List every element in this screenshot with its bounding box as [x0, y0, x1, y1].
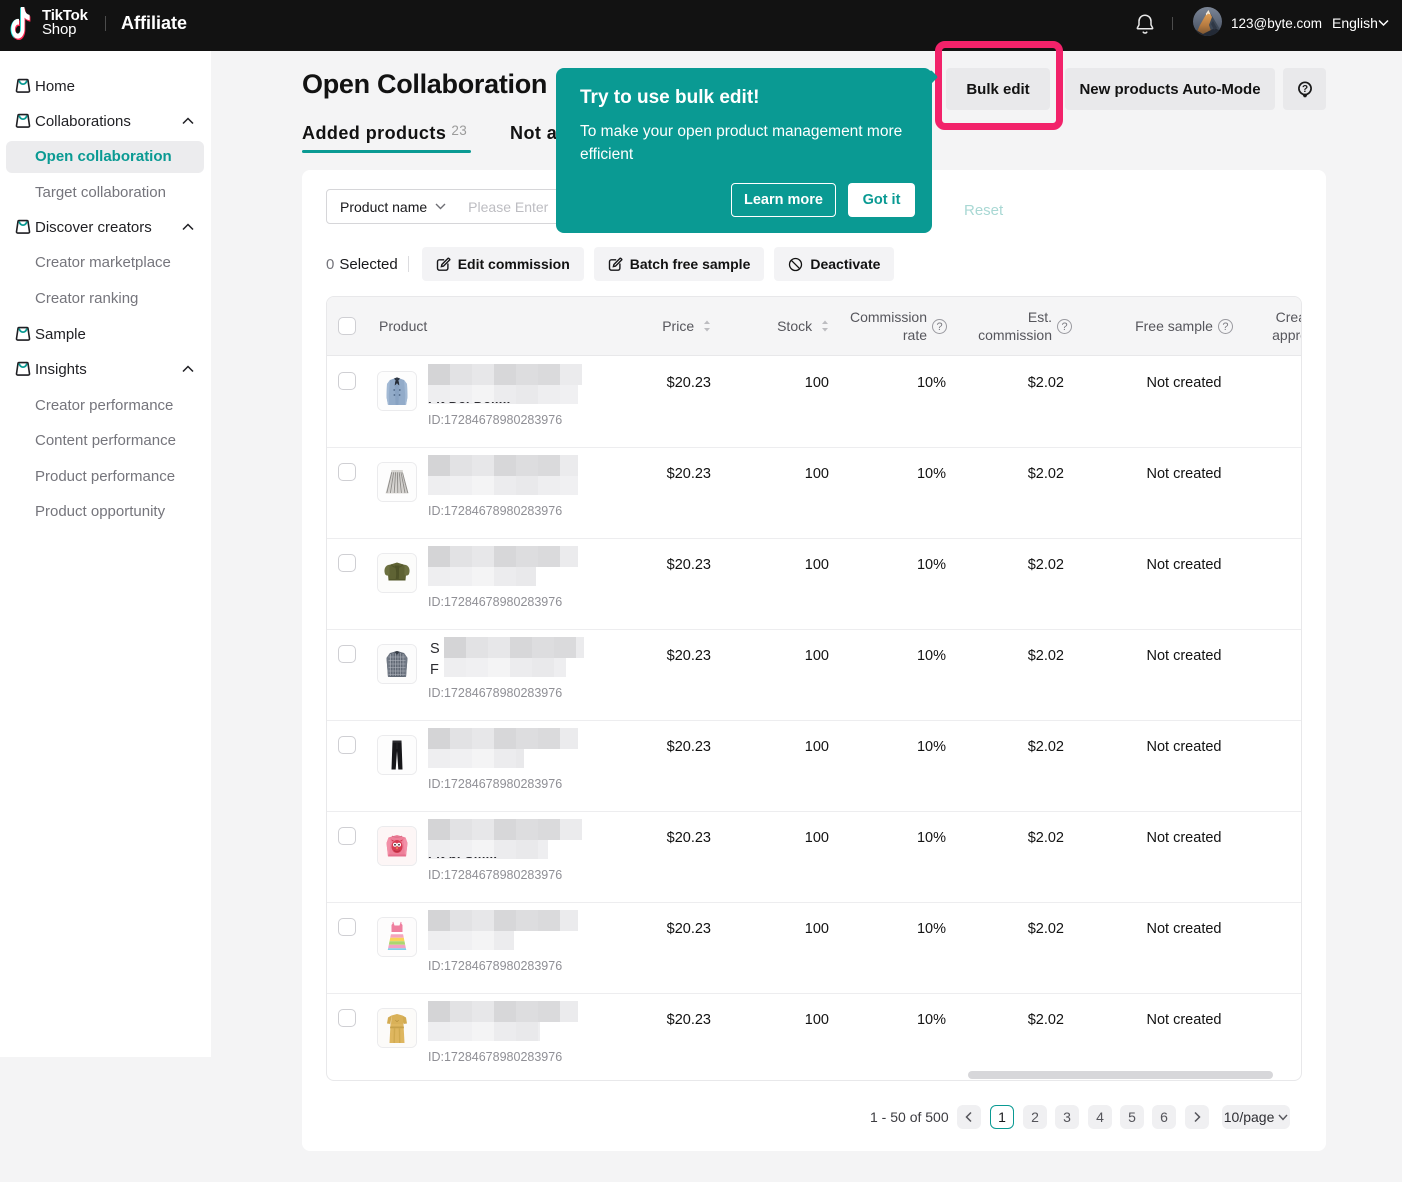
svg-text:?: ? — [1301, 83, 1307, 94]
